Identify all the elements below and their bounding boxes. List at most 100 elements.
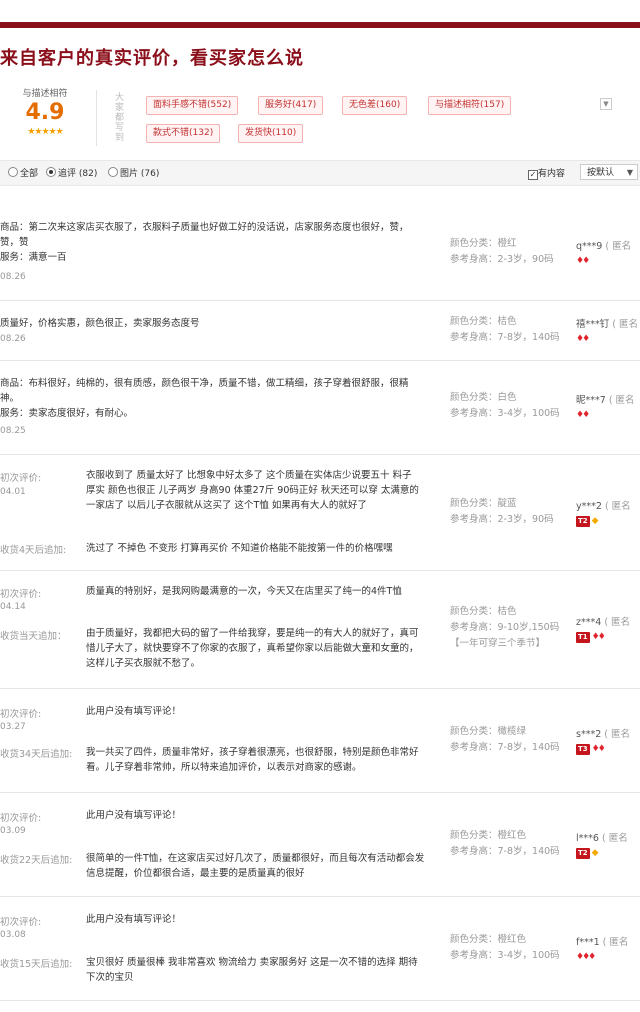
tag-no-color-diff[interactable]: 无色差(160) [342,96,408,115]
review-date: 03.09 [0,826,26,836]
level-badge: T2 [576,848,590,859]
review-text: 质量好，价格实惠，颜色很正，卖家服务态度号 [0,318,200,329]
color-value: 橄榄绿 [497,726,527,737]
user-name: y***2 [576,501,602,512]
divider [96,90,97,146]
review-date: 08.25 [0,426,26,436]
color-value: 桔色 [497,606,517,617]
reviewer-name[interactable]: q***9 ( 匿名 [576,238,631,252]
color-label: 颜色分类： [450,316,498,327]
color-label: 颜色分类： [450,830,498,841]
height-value: 3-4岁，100码 [497,408,560,419]
review-meta: 颜色分类：橄榄绿参考身高：7-8岁，140码 [450,724,560,756]
height-value: 7-8岁，140码 [497,332,560,343]
anon-label: ( 匿名 [602,937,629,948]
review-row: 初次评价: 03.27 此用户没有填写评论！ 收货34天后追加: 我一共买了四件… [0,688,640,793]
page-title: 来自客户的真实评价，看买家怎么说 [0,48,304,69]
review-row: 初次评价: 03.09 此用户没有填写评论！ 收货22天后追加: 很简单的一件T… [0,792,640,897]
user-name: s***2 [576,729,602,740]
sort-select[interactable]: 按默认 ▼ [580,164,638,180]
height-label: 参考身高： [450,622,498,633]
reviewer-name[interactable]: l***6 ( 匿名 [576,830,628,844]
user-name: f***1 [576,937,600,948]
buyer-level-icon: T1 ♦♦ [576,632,606,643]
checkmark-icon: ✓ [528,170,538,180]
radio-icon [8,167,18,177]
review-meta: 颜色分类：橙红色 参考身高：3-4岁，100码 [450,932,560,964]
review-text: 质量真的特别好，是我网购最满意的一次，今天又在店里买了纯一的4件T恤 [86,586,402,597]
height-value: 7-8岁，140码 [497,846,560,857]
reviewer-name[interactable]: 禧***钉 ( 匿名 [576,316,638,330]
level-badge: T1 [576,632,590,643]
review-row: 初次评价: 03.08 此用户没有填写评论！ 收货15天后追加: 宝贝很好 质量… [0,896,640,1001]
append-label: 收货22天后追加: [0,855,73,866]
color-value: 白色 [497,392,517,403]
anon-label: ( 匿名 [608,395,635,406]
anon-label: ( 匿名 [604,501,631,512]
review-row: 质量好，价格实惠，颜色很正，卖家服务态度号 08.26 颜色分类：桔色 参考身高：… [0,300,640,361]
reviewer-name[interactable]: f***1 ( 匿名 [576,934,628,948]
review-date: 04.14 [0,602,26,612]
review-text: 衣服收到了 质量太好了 比想象中好太多了 这个质量在实体店少说要五十 料子厚实 … [86,470,419,511]
height-label: 参考身高： [450,846,498,857]
review-row: 商品：布料很好，纯棉的，很有质感，颜色很干净，质量不错，做工精细，孩子穿着很舒服… [0,360,640,455]
has-content-checkbox[interactable]: ✓ 有内容 [528,166,565,180]
tag-fabric[interactable]: 面料手感不错(552) [146,96,239,115]
height-label: 参考身高： [450,332,498,343]
review-meta: 颜色分类：橙红 参考身高：2-3岁，90码 [450,236,554,268]
has-content-label: 有内容 [538,169,566,179]
first-review-label: 初次评价: [0,709,42,720]
review-meta: 颜色分类：橙红色 参考身高：7-8岁，140码 [450,828,560,860]
color-value: 桔色 [497,316,517,327]
user-name: q***9 [576,241,603,252]
level-badge: T2 [576,516,590,527]
color-label: 颜色分类： [450,606,498,617]
tags-title: 大家都写到 [113,92,123,142]
color-value: 橙红色 [497,934,527,945]
height-label: 参考身高： [450,408,498,419]
anon-label: ( 匿名 [604,617,631,628]
append-label: 收货4天后追加: [0,545,67,556]
height-value: 7-8岁，140码 [497,742,560,753]
reviewer-name[interactable]: y***2 ( 匿名 [576,498,631,512]
append-text: 很简单的一件T恤，在这家店买过好几次了，质量都很好，而且每次有活动都会发信息提醒… [86,853,425,879]
reviewer-name[interactable]: 昵***7 ( 匿名 [576,392,635,406]
tag-style[interactable]: 款式不错(132) [146,124,221,143]
tag-service[interactable]: 服务好(417) [258,96,324,115]
review-meta: 颜色分类：靛蓝 参考身高：2-3岁，90码 [450,496,554,528]
buyer-level-icon: ♦♦♦ [576,952,596,962]
filter-append[interactable]: 追评 (82) [46,166,97,179]
buyer-level-icon: ♦♦ [576,256,590,266]
append-text: 我一共买了四件，质量非常好，孩子穿着很漂亮，也很舒服，特别是颜色非常好看。儿子穿… [86,747,419,773]
color-label: 颜色分类： [450,934,498,945]
reviewer-name[interactable]: s***2 ( 匿名 [576,726,630,740]
tag-fast-shipping[interactable]: 发货快(110) [238,124,304,143]
review-text: 商品：第二次来这家店买衣服了，衣服料子质量也好做工好的没话说，店家服务态度也很好… [0,222,409,263]
review-row: 商品：第二次来这家店买衣服了，衣服料子质量也好做工好的没话说，店家服务态度也很好… [0,186,640,301]
sort-value: 按默认 [587,168,615,178]
append-label: 收货34天后追加: [0,749,73,760]
height-note: 【一年可穿三个季节】 [450,638,546,649]
tag-as-described[interactable]: 与描述相符(157) [428,96,512,115]
anon-label: ( 匿名 [605,241,632,252]
chevron-down-icon[interactable]: ▼ [600,98,612,110]
append-label: 收货15天后追加: [0,959,73,970]
review-row: 初次评价: 04.14 质量真的特别好，是我网购最满意的一次，今天又在店里买了纯… [0,570,640,689]
rating-summary: 与描述相符 4.9 ★★★★★ 大家都写到 面料手感不错(552) 服务好(41… [0,86,640,152]
score-value: 4.9 [25,100,65,125]
filter-bar: 全部 追评 (82) 图片 (76) ✓ 有内容 按默认 ▼ [0,160,640,186]
first-review-label: 初次评价: [0,473,42,484]
height-label: 参考身高： [450,742,498,753]
review-meta: 颜色分类：桔色 参考身高：9-10岁,150码 【一年可穿三个季节】 [450,604,559,652]
review-row: 初次评价: 04.01 衣服收到了 质量太好了 比想象中好太多了 这个质量在实体… [0,454,640,571]
color-label: 颜色分类： [450,726,498,737]
height-label: 参考身高： [450,950,498,961]
filter-all[interactable]: 全部 [8,166,38,179]
filter-photo[interactable]: 图片 (76) [108,166,159,179]
review-text: 此用户没有填写评论！ [86,706,182,717]
buyer-level-icon: T2 ◆ [576,516,599,527]
review-text: 此用户没有填写评论！ [86,810,182,821]
reviewer-name[interactable]: z***4 ( 匿名 [576,614,630,628]
banner-stripe [0,22,640,28]
color-label: 颜色分类： [450,392,498,403]
